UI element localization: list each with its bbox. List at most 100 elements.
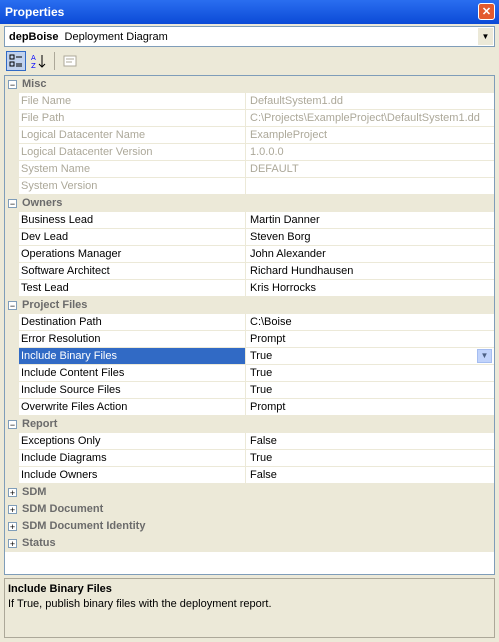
property-name[interactable]: Destination Path	[19, 314, 246, 330]
property-row[interactable]: Logical Datacenter Version 1.0.0.0	[5, 144, 494, 161]
value-dropdown-icon[interactable]: ▼	[477, 349, 492, 363]
property-row[interactable]: Include Content Files True	[5, 365, 494, 382]
property-row[interactable]: Software Architect Richard Hundhausen	[5, 263, 494, 280]
property-value[interactable]: C:\Boise	[246, 314, 494, 330]
row-gutter	[5, 93, 19, 109]
category-label: Report	[22, 418, 58, 430]
collapse-icon[interactable]: −	[8, 300, 17, 310]
property-name[interactable]: Software Architect	[19, 263, 246, 279]
collapse-icon[interactable]: −	[8, 198, 17, 208]
category-header[interactable]: + SDM Document Identity	[5, 518, 494, 535]
category-header[interactable]: + SDM	[5, 484, 494, 501]
property-row[interactable]: Include Owners False	[5, 467, 494, 484]
category-header[interactable]: − Owners	[5, 195, 494, 212]
property-name[interactable]: File Name	[19, 93, 246, 109]
property-value[interactable]: False	[246, 433, 494, 449]
category-label: Project Files	[22, 299, 88, 311]
property-value[interactable]: Kris Horrocks	[246, 280, 494, 296]
property-row[interactable]: File Name DefaultSystem1.dd	[5, 93, 494, 110]
property-name[interactable]: Dev Lead	[19, 229, 246, 245]
expand-icon[interactable]: +	[8, 538, 17, 548]
description-title: Include Binary Files	[8, 583, 112, 595]
row-gutter	[5, 178, 19, 194]
property-name[interactable]: Logical Datacenter Version	[19, 144, 246, 160]
expand-icon[interactable]: +	[8, 504, 17, 514]
property-value[interactable]: Steven Borg	[246, 229, 494, 245]
row-gutter	[5, 280, 19, 296]
property-row[interactable]: System Version	[5, 178, 494, 195]
expand-icon[interactable]: +	[8, 521, 17, 531]
property-name[interactable]: Include Binary Files	[19, 348, 246, 364]
category-header[interactable]: + SDM Document	[5, 501, 494, 518]
property-row[interactable]: Business Lead Martin Danner	[5, 212, 494, 229]
window-titlebar: Properties ✕	[0, 0, 499, 24]
property-row[interactable]: Destination Path C:\Boise	[5, 314, 494, 331]
property-name[interactable]: Test Lead	[19, 280, 246, 296]
categorized-icon[interactable]	[6, 51, 26, 71]
property-row[interactable]: Dev Lead Steven Borg	[5, 229, 494, 246]
property-row[interactable]: Operations Manager John Alexander	[5, 246, 494, 263]
property-name[interactable]: Include Owners	[19, 467, 246, 483]
property-value[interactable]: True	[246, 450, 494, 466]
property-name[interactable]: Business Lead	[19, 212, 246, 228]
property-name[interactable]: Include Diagrams	[19, 450, 246, 466]
property-row[interactable]: Test Lead Kris Horrocks	[5, 280, 494, 297]
property-value[interactable]: True	[246, 348, 494, 364]
chevron-down-icon[interactable]: ▼	[478, 28, 493, 45]
category-header[interactable]: + Status	[5, 535, 494, 552]
property-name[interactable]: System Version	[19, 178, 246, 194]
property-row[interactable]: Include Source Files True	[5, 382, 494, 399]
property-pages-icon[interactable]	[60, 51, 80, 71]
property-value: DefaultSystem1.dd	[250, 95, 343, 107]
property-grid: − Misc File Name DefaultSystem1.dd File Path…	[4, 75, 495, 575]
property-row[interactable]: Include Diagrams True	[5, 450, 494, 467]
property-name[interactable]: Overwrite Files Action	[19, 399, 246, 415]
property-value[interactable]: Richard Hundhausen	[246, 263, 494, 279]
property-value[interactable]: False	[246, 467, 494, 483]
property-row[interactable]: Include Binary Files True ▼	[5, 348, 494, 365]
property-row[interactable]: Error Resolution Prompt	[5, 331, 494, 348]
property-value: ExampleProject	[250, 129, 328, 141]
property-value: 1.0.0.0	[250, 146, 284, 158]
property-name[interactable]: Logical Datacenter Name	[19, 127, 246, 143]
category-label: SDM Document Identity	[22, 520, 146, 532]
category-header[interactable]: − Report	[5, 416, 494, 433]
property-value[interactable]: John Alexander	[246, 246, 494, 262]
expand-icon[interactable]: +	[8, 487, 17, 497]
category-header[interactable]: − Project Files	[5, 297, 494, 314]
property-value[interactable]: True	[246, 365, 494, 381]
object-name: depBoise	[9, 30, 59, 43]
property-value[interactable]: Martin Danner	[246, 212, 494, 228]
object-selector[interactable]: depBoise Deployment Diagram ▼	[4, 26, 495, 47]
property-value[interactable]: Prompt	[246, 399, 494, 415]
row-gutter	[5, 365, 19, 381]
row-gutter	[5, 144, 19, 160]
collapse-icon[interactable]: −	[8, 79, 17, 89]
property-value[interactable]: True	[246, 382, 494, 398]
row-gutter	[5, 314, 19, 330]
row-gutter	[5, 450, 19, 466]
category-label: Owners	[22, 197, 63, 209]
property-value: DEFAULT	[250, 163, 299, 175]
property-value[interactable]: Prompt	[246, 331, 494, 347]
property-row[interactable]: System Name DEFAULT	[5, 161, 494, 178]
category-header[interactable]: − Misc	[5, 76, 494, 93]
row-gutter	[5, 399, 19, 415]
property-name[interactable]: Include Source Files	[19, 382, 246, 398]
property-row[interactable]: Overwrite Files Action Prompt	[5, 399, 494, 416]
property-name[interactable]: Include Content Files	[19, 365, 246, 381]
row-gutter	[5, 467, 19, 483]
property-name[interactable]: Operations Manager	[19, 246, 246, 262]
property-name[interactable]: System Name	[19, 161, 246, 177]
collapse-icon[interactable]: −	[8, 419, 17, 429]
property-row[interactable]: Exceptions Only False	[5, 433, 494, 450]
property-name[interactable]: Error Resolution	[19, 331, 246, 347]
property-name[interactable]: File Path	[19, 110, 246, 126]
close-icon[interactable]: ✕	[478, 3, 495, 20]
alphabetical-icon[interactable]: AZ	[29, 51, 49, 71]
property-row[interactable]: Logical Datacenter Name ExampleProject	[5, 127, 494, 144]
row-gutter	[5, 433, 19, 449]
property-row[interactable]: File Path C:\Projects\ExampleProject\Defa…	[5, 110, 494, 127]
category-label: Misc	[22, 78, 47, 90]
property-name[interactable]: Exceptions Only	[19, 433, 246, 449]
